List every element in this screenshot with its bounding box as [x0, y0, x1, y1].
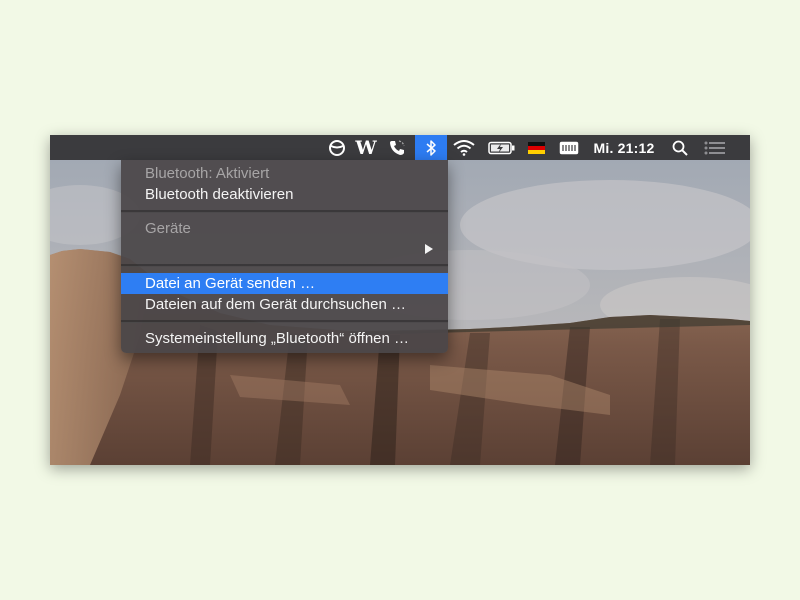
- keyboard-icon[interactable]: [556, 135, 582, 160]
- w-app-icon[interactable]: W: [353, 135, 379, 160]
- w-app-label: W: [355, 136, 377, 159]
- menu-separator: [121, 320, 448, 323]
- submenu-arrow-icon: [425, 244, 433, 254]
- wifi-icon[interactable]: [450, 135, 478, 160]
- bluetooth-dropdown-menu: Bluetooth: Aktiviert Bluetooth deaktivie…: [121, 160, 448, 353]
- menu-separator: [121, 210, 448, 213]
- german-flag-icon[interactable]: [524, 135, 548, 160]
- status-circle-icon[interactable]: [325, 135, 349, 160]
- menu-bar: W Mi. 21:12: [50, 135, 750, 160]
- browse-files-item[interactable]: Dateien auf dem Gerät durchsuchen …: [121, 294, 448, 315]
- open-bluetooth-preferences-item[interactable]: Systemeinstellung „Bluetooth“ öffnen …: [121, 328, 448, 349]
- bluetooth-toggle-item[interactable]: Bluetooth deaktivieren: [121, 184, 448, 205]
- devices-header: Geräte: [145, 220, 191, 237]
- battery-charging-icon[interactable]: [485, 135, 519, 160]
- device-submenu-item[interactable]: [121, 239, 448, 260]
- phone-icon[interactable]: [384, 135, 410, 160]
- menu-bar-clock[interactable]: Mi. 21:12: [590, 135, 658, 160]
- notification-center-icon[interactable]: [700, 135, 730, 160]
- menu-separator: [121, 264, 448, 267]
- desktop-screen: W Mi. 21:12 Bluetooth: Aktiviert Bluetoo: [50, 135, 750, 465]
- send-file-item[interactable]: Datei an Gerät senden …: [121, 273, 448, 294]
- spotlight-search-icon[interactable]: [667, 135, 693, 160]
- bluetooth-icon[interactable]: [415, 135, 447, 160]
- bluetooth-status-item: Bluetooth: Aktiviert: [145, 165, 270, 182]
